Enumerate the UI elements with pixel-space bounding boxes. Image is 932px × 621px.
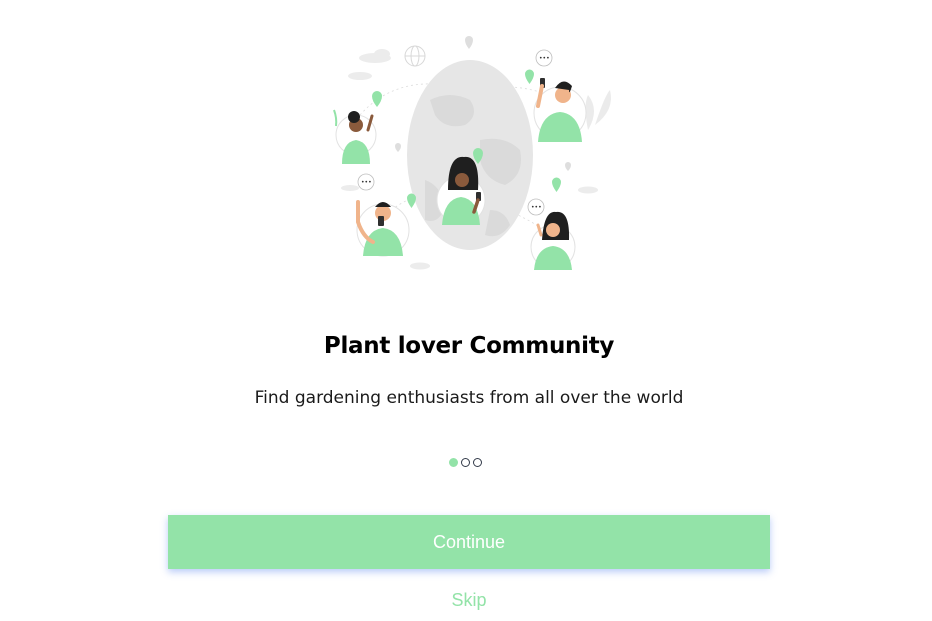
globe-outline-icon: [404, 45, 426, 67]
pagination-dots: [449, 458, 482, 467]
pagination-dot-1[interactable]: [449, 458, 458, 467]
svg-text:•••: •••: [539, 55, 550, 62]
person-avatar-icon: [333, 109, 377, 164]
community-globe-illustration: ••• ••• •••: [333, 36, 611, 270]
onboarding-screen: ••• ••• ••• Plant lover Community Find g…: [0, 0, 932, 621]
pagination-dot-3[interactable]: [473, 458, 482, 467]
person-avatar-icon: •••: [356, 173, 410, 257]
continue-button[interactable]: Continue: [168, 515, 770, 569]
pagination-dot-2[interactable]: [461, 458, 470, 467]
page-title: Plant lover Community: [323, 333, 615, 359]
person-avatar-icon: •••: [527, 198, 576, 270]
leaf-icon: [585, 90, 611, 130]
svg-text:•••: •••: [531, 204, 542, 211]
skip-link[interactable]: Skip: [0, 590, 932, 611]
page-subtitle: Find gardening enthusiasts from all over…: [254, 388, 684, 408]
person-avatar-icon: •••: [533, 49, 587, 142]
svg-text:•••: •••: [361, 179, 372, 186]
